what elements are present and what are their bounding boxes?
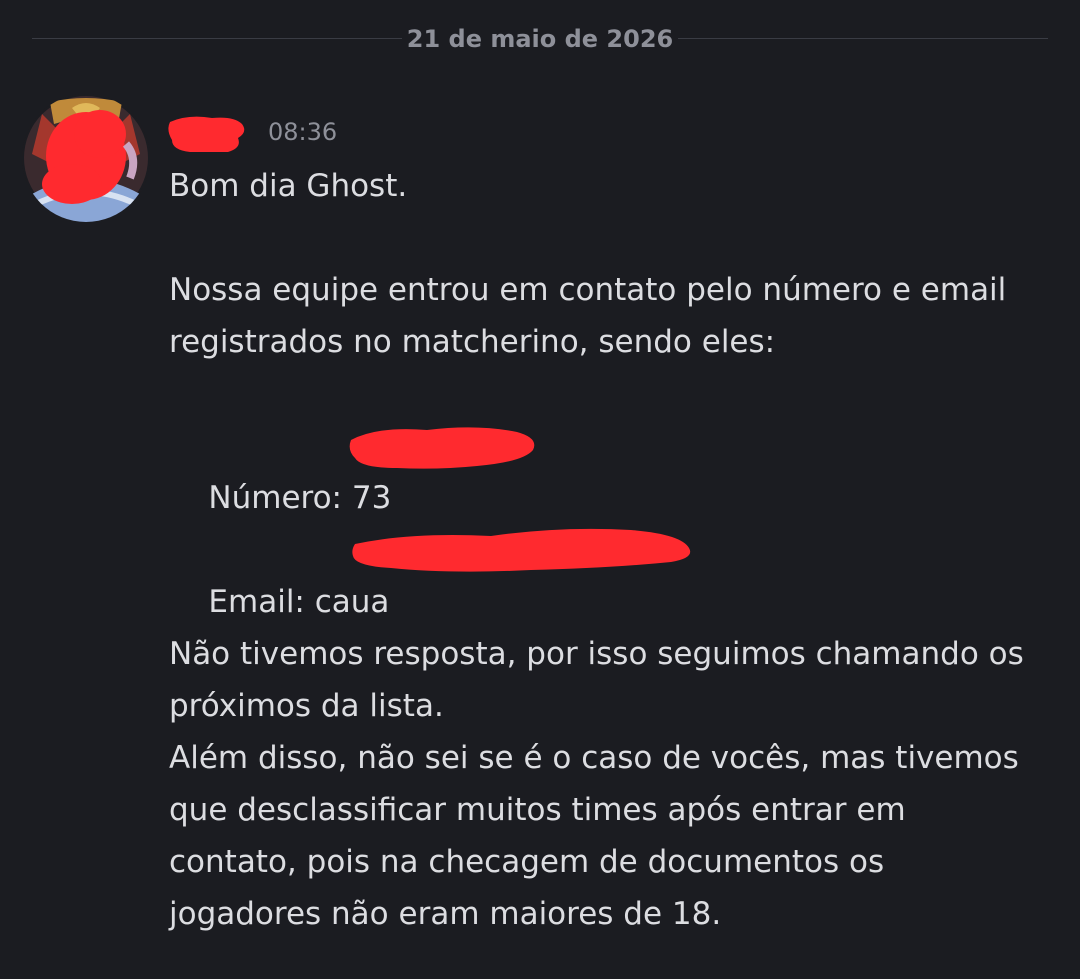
date-divider-label: 21 de maio de 2026: [402, 24, 678, 54]
message-para1-line2: registrados no matcherino, sendo eles:: [169, 324, 776, 360]
phone-redaction: [349, 427, 535, 469]
message-para1-line1: Nossa equipe entrou em contato pelo núme…: [169, 272, 1007, 308]
message-greeting: Bom dia Ghost.: [169, 168, 408, 204]
message-para3-line3: contato, pois na checagem de documentos …: [169, 844, 885, 880]
message-para2-line2: próximos da lista.: [169, 688, 444, 724]
message-para3-line4: jogadores não eram maiores de 18.: [169, 896, 722, 932]
message-header: [168, 110, 248, 154]
phone-number-line: Número: 73: [169, 420, 1049, 516]
email-redaction: [352, 528, 691, 572]
email-label: Email: caua: [208, 584, 390, 620]
message-para2-line1: Não tivemos resposta, por isso seguimos …: [169, 636, 1024, 672]
avatar-image: [22, 94, 150, 222]
message-body: Bom dia Ghost. Nossa equipe entrou em co…: [169, 160, 1049, 940]
username-redaction: [168, 116, 245, 152]
email-line: Email: caua: [169, 524, 1049, 620]
phone-number-label: Número: 73: [208, 480, 392, 516]
message-timestamp[interactable]: 08:36: [268, 117, 337, 147]
user-avatar[interactable]: [22, 94, 150, 222]
author-username[interactable]: [168, 112, 248, 152]
message-para3-line2: que desclassificar muitos times após ent…: [169, 792, 906, 828]
message-para3-line1: Além disso, não sei se é o caso de vocês…: [169, 740, 1019, 776]
